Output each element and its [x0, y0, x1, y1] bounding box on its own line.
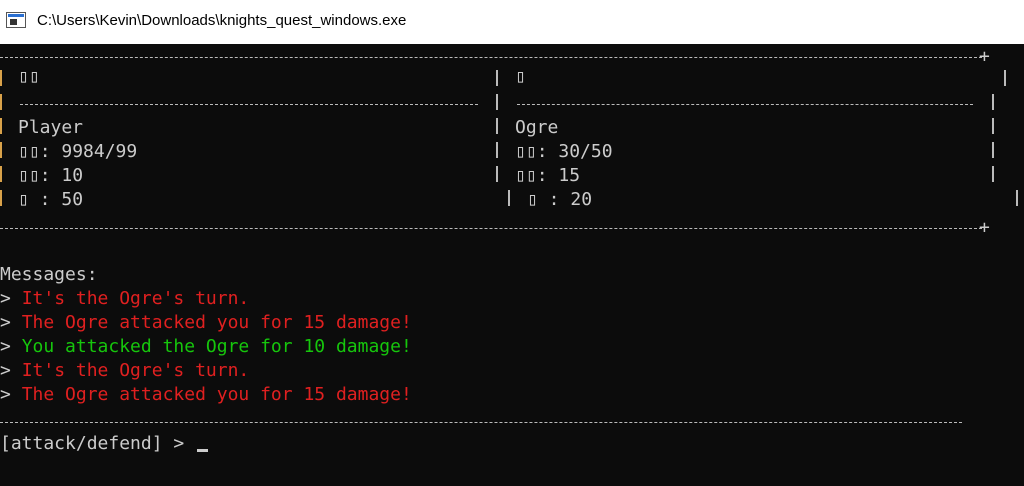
message-text: You attacked the Ogre for 10 damage!	[21, 336, 412, 357]
message-prefix: >	[0, 288, 22, 309]
border-corner: +	[979, 217, 990, 238]
player-panel-header: ▯▯	[18, 66, 40, 87]
console-window-icon	[6, 12, 26, 28]
enemy-hp-label: ▯▯	[515, 141, 537, 162]
prompt-separator	[0, 422, 962, 423]
panel-divider	[508, 190, 510, 206]
right-border-segment	[992, 94, 994, 110]
message-line: > It's the Ogre's turn.	[0, 287, 249, 311]
message-prefix: >	[0, 336, 22, 357]
player-hp-value: 9984/99	[61, 141, 138, 162]
message-text: It's the Ogre's turn.	[21, 288, 250, 309]
text-cursor	[197, 449, 209, 452]
enemy-panel-separator	[517, 104, 973, 105]
enemy-attack-row: ▯▯: 15	[515, 165, 581, 186]
stats-bottom-border	[0, 228, 982, 229]
console-output[interactable]: + ▯▯ Player ▯▯: 9984/99 ▯▯: 10 ▯ : 50 ▯ …	[0, 44, 1024, 486]
left-border-segment	[0, 142, 2, 158]
player-attack-value: 10	[61, 165, 84, 186]
panel-divider	[496, 166, 498, 182]
message-line: > You attacked the Ogre for 10 damage!	[0, 335, 412, 359]
player-defense-row: ▯ : 50	[18, 189, 84, 210]
border-corner: +	[979, 46, 990, 67]
top-border	[0, 57, 982, 58]
player-name: Player	[18, 117, 84, 138]
left-border-segment	[0, 190, 2, 206]
enemy-hp-value: 30/50	[558, 141, 613, 162]
left-border-segment	[0, 94, 2, 110]
message-prefix: >	[0, 384, 22, 405]
message-text: The Ogre attacked you for 15 damage!	[21, 384, 412, 405]
message-line: > The Ogre attacked you for 15 damage!	[0, 311, 412, 335]
panel-divider	[496, 70, 498, 86]
right-border-segment	[992, 166, 994, 182]
enemy-defense-label: ▯	[527, 189, 538, 210]
left-border-segment	[0, 166, 2, 182]
prompt-text: [attack/defend] >	[0, 433, 196, 454]
message-prefix: >	[0, 312, 22, 333]
enemy-panel-header: ▯	[515, 66, 526, 87]
window-title: C:\Users\Kevin\Downloads\knights_quest_w…	[37, 12, 407, 29]
message-prefix: >	[0, 360, 22, 381]
enemy-defense-value: 20	[570, 189, 593, 210]
right-border-segment	[1004, 70, 1006, 86]
player-panel-separator	[20, 104, 478, 105]
enemy-hp-row: ▯▯: 30/50	[515, 141, 613, 162]
panel-divider	[496, 94, 498, 110]
message-text: It's the Ogre's turn.	[21, 360, 250, 381]
left-border-segment	[0, 118, 2, 134]
command-prompt[interactable]: [attack/defend] >	[0, 432, 209, 456]
right-border-segment	[1016, 190, 1018, 206]
player-defense-value: 50	[61, 189, 84, 210]
message-line: > The Ogre attacked you for 15 damage!	[0, 383, 412, 407]
left-border-segment	[0, 70, 2, 86]
message-text: The Ogre attacked you for 15 damage!	[21, 312, 412, 333]
window-titlebar[interactable]: C:\Users\Kevin\Downloads\knights_quest_w…	[0, 0, 1024, 44]
enemy-attack-label: ▯▯	[515, 165, 537, 186]
right-border-segment	[992, 142, 994, 158]
message-line: > It's the Ogre's turn.	[0, 359, 249, 383]
panel-divider	[496, 118, 498, 134]
right-border-segment	[992, 118, 994, 134]
player-attack-label: ▯▯	[18, 165, 40, 186]
enemy-attack-value: 15	[558, 165, 581, 186]
player-attack-row: ▯▯: 10	[18, 165, 84, 186]
panel-divider	[496, 142, 498, 158]
messages-heading: Messages:	[0, 264, 98, 285]
enemy-name: Ogre	[515, 117, 559, 138]
enemy-defense-row: ▯ : 20	[527, 189, 593, 210]
player-defense-label: ▯	[18, 189, 29, 210]
player-hp-row: ▯▯: 9984/99	[18, 141, 138, 162]
player-hp-label: ▯▯	[18, 141, 40, 162]
